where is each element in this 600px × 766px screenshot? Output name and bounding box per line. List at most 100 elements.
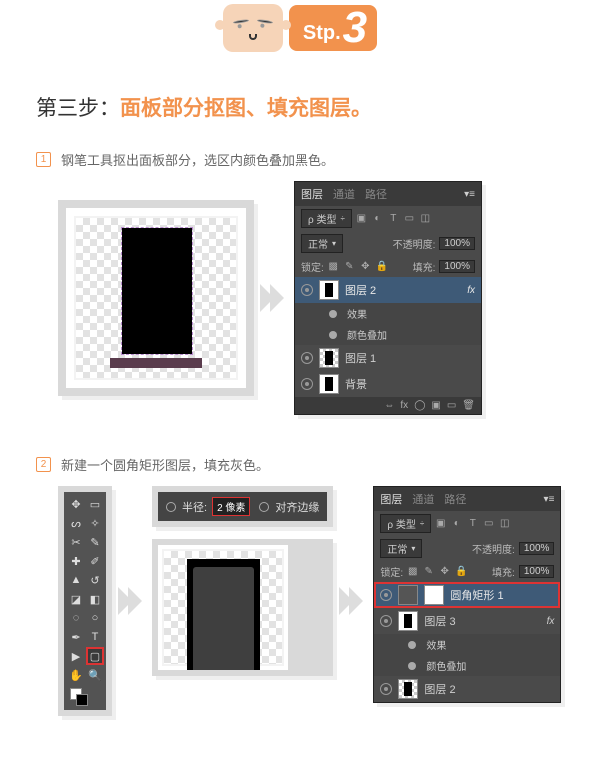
mask-icon[interactable]: ◯	[414, 400, 425, 411]
visibility-icon[interactable]	[301, 284, 313, 296]
layer-row-rounded-rect[interactable]: 圆角矩形 1	[374, 582, 560, 608]
visibility-icon[interactable]	[380, 615, 392, 627]
tab-channels[interactable]: 通道	[333, 186, 355, 202]
layer-effects-row[interactable]: 效果	[295, 303, 481, 324]
checkbox-icon[interactable]	[259, 502, 269, 512]
layers-panel: 图层 通道 路径 ▾≡ ρ 类型÷ ▣◐T▭◫ 正常▾ 不透明度: 100%	[294, 181, 482, 415]
layer-coloroverlay-row[interactable]: 颜色叠加	[295, 324, 481, 345]
fx-icon[interactable]: fx	[400, 400, 408, 411]
tab-paths[interactable]: 路径	[444, 491, 466, 507]
layer-row-bg[interactable]: 背景	[295, 371, 481, 397]
layer-name: 图层 2	[424, 681, 455, 697]
link-icon[interactable]: ⇔	[384, 400, 394, 411]
toolbox-frame: ✥ ▭ ᔕ ✧ ✂ ✎ ✚ ✐ ▲ ↺ ◪ ◧ ◌ ○ ✒ T ▶ ▢ ✋ 🔍	[58, 486, 112, 716]
layer-name: 背景	[345, 376, 367, 392]
canvas-2-frame	[152, 539, 333, 676]
opacity-value[interactable]: 100%	[519, 542, 555, 555]
history-brush-icon[interactable]: ↺	[87, 572, 103, 588]
step-banner: Stp. 3	[0, 0, 600, 62]
layer-row[interactable]: 图层 1	[295, 345, 481, 371]
rounded-rect-tool-icon[interactable]: ▢	[87, 648, 103, 664]
blend-mode-dropdown[interactable]: 正常▾	[380, 539, 422, 558]
filter-smart-icon: ◫	[420, 213, 431, 224]
substep-1-text: 钢笔工具抠出面板部分，选区内颜色叠加黑色。	[61, 150, 334, 169]
wand-tool-icon[interactable]: ✧	[87, 515, 103, 531]
tab-layers[interactable]: 图层	[301, 186, 323, 202]
lock-icons[interactable]: ▩✎✥🔒	[328, 261, 387, 272]
heading-title: 面板部分抠图、填充图层。	[120, 92, 372, 122]
panel-tabs: 图层 通道 路径 ▾≡	[374, 487, 560, 511]
substep-2-text: 新建一个圆角矩形图层，填充灰色。	[61, 455, 269, 474]
substep-1: 1 钢笔工具抠出面板部分，选区内颜色叠加黑色。	[36, 150, 564, 169]
filter-smart-icon: ◫	[499, 518, 510, 529]
type-tool-icon[interactable]: T	[87, 629, 103, 645]
blend-mode-dropdown[interactable]: 正常▾	[301, 234, 343, 253]
tab-paths[interactable]: 路径	[365, 186, 387, 202]
gradient-tool-icon[interactable]: ◧	[87, 591, 103, 607]
dodge-tool-icon[interactable]: ○	[87, 610, 103, 626]
arrow-icon	[343, 587, 363, 615]
step-number: 3	[343, 11, 367, 45]
layer-row[interactable]: 图层 3 fx	[374, 608, 560, 634]
layers-panel-1-frame: 图层 通道 路径 ▾≡ ρ 类型÷ ▣◐T▭◫ 正常▾ 不透明度: 100%	[294, 181, 482, 415]
radio-icon[interactable]	[166, 502, 176, 512]
fx-badge[interactable]: fx	[467, 285, 475, 296]
trash-icon[interactable]: 🗑	[462, 400, 475, 411]
lock-label: 锁定:	[380, 564, 403, 579]
folder-icon[interactable]: ▣	[431, 400, 440, 411]
color-swatches[interactable]	[68, 686, 103, 706]
eraser-tool-icon[interactable]: ◪	[68, 591, 84, 607]
crop-tool-icon[interactable]: ✂	[68, 534, 84, 550]
filter-pixel-icon: ▣	[435, 518, 446, 529]
substep-1-row: 图层 通道 路径 ▾≡ ρ 类型÷ ▣◐T▭◫ 正常▾ 不透明度: 100%	[36, 181, 564, 415]
blur-tool-icon[interactable]: ◌	[68, 610, 84, 626]
pen-tool-icon[interactable]: ✒	[68, 629, 84, 645]
visibility-icon[interactable]	[301, 378, 313, 390]
layer-row[interactable]: 图层 2	[374, 676, 560, 702]
marquee-tool-icon[interactable]: ▭	[87, 496, 103, 512]
shape-edge	[110, 358, 202, 368]
lasso-tool-icon[interactable]: ᔕ	[68, 515, 84, 531]
fill-label: 填充:	[492, 564, 515, 579]
opacity-value[interactable]: 100%	[439, 237, 475, 250]
layers-panel: 图层 通道 路径 ▾≡ ρ 类型÷ ▣◐T▭◫ 正常▾ 不透明度: 100%	[373, 486, 561, 703]
lock-all-icon: 🔒	[376, 261, 387, 272]
filter-pixel-icon: ▣	[356, 213, 367, 224]
new-layer-icon[interactable]: ▭	[447, 400, 456, 411]
filter-icons[interactable]: ▣◐T▭◫	[435, 518, 554, 529]
panel-menu-icon[interactable]: ▾≡	[544, 494, 555, 505]
radius-input[interactable]: 2 像素	[213, 498, 249, 515]
tab-layers[interactable]: 图层	[380, 491, 402, 507]
filter-adjust-icon: ◐	[451, 518, 462, 529]
fill-value[interactable]: 100%	[439, 260, 475, 273]
visibility-icon[interactable]	[301, 352, 313, 364]
substep-2: 2 新建一个圆角矩形图层，填充灰色。	[36, 455, 564, 474]
fill-value[interactable]: 100%	[519, 565, 555, 578]
options-and-canvas-col: 半径: 2 像素 对齐边缘	[152, 486, 333, 676]
visibility-icon[interactable]	[380, 683, 392, 695]
path-select-icon[interactable]: ▶	[68, 648, 84, 664]
fx-badge[interactable]: fx	[547, 616, 555, 627]
eyedropper-tool-icon[interactable]: ✎	[87, 534, 103, 550]
lock-icons[interactable]: ▩✎✥🔒	[407, 566, 466, 577]
substep-1-num: 1	[36, 152, 51, 167]
visibility-icon[interactable]	[380, 589, 392, 601]
layer-name: 圆角矩形 1	[450, 587, 503, 603]
zoom-tool-icon[interactable]: 🔍	[87, 667, 103, 683]
heal-tool-icon[interactable]: ✚	[68, 553, 84, 569]
brush-tool-icon[interactable]: ✐	[87, 553, 103, 569]
filter-icons[interactable]: ▣◐T▭◫	[356, 213, 475, 224]
hand-tool-icon[interactable]: ✋	[68, 667, 84, 683]
layer-name: 图层 1	[345, 350, 376, 366]
tab-channels[interactable]: 通道	[412, 491, 434, 507]
panel-menu-icon[interactable]: ▾≡	[464, 189, 475, 200]
layer-row-selected[interactable]: 图层 2 fx	[295, 277, 481, 303]
options-bar: 半径: 2 像素 对齐边缘	[158, 492, 327, 521]
kind-filter[interactable]: ρ 类型÷	[380, 514, 431, 533]
stamp-tool-icon[interactable]: ▲	[68, 572, 84, 588]
kind-filter[interactable]: ρ 类型÷	[301, 209, 352, 228]
layer-effects-row[interactable]: 效果	[374, 634, 560, 655]
layer-name: 图层 2	[345, 282, 376, 298]
move-tool-icon[interactable]: ✥	[68, 496, 84, 512]
layer-coloroverlay-row[interactable]: 颜色叠加	[374, 655, 560, 676]
